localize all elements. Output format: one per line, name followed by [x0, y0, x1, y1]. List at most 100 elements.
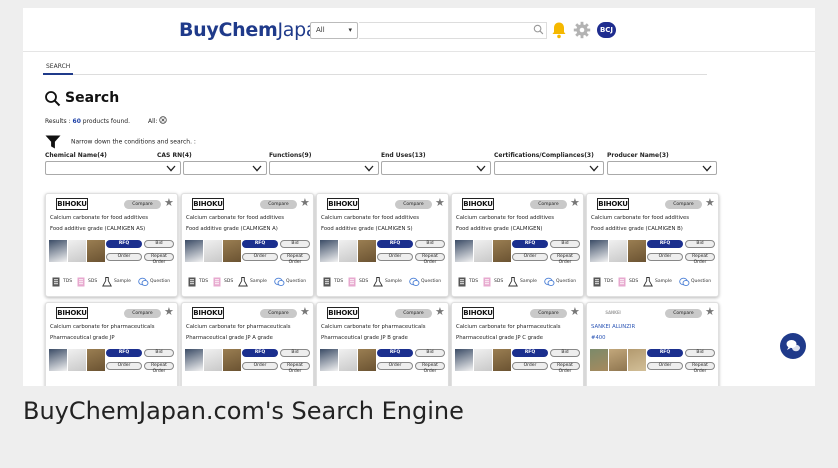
order-button[interactable]: Order: [106, 362, 142, 370]
filter-select[interactable]: [607, 161, 717, 175]
rfq-button[interactable]: RFQ: [512, 349, 548, 357]
order-button[interactable]: Order: [647, 362, 683, 370]
rfq-button[interactable]: RFQ: [377, 240, 413, 248]
product-image: [223, 240, 241, 262]
product-card[interactable]: BIHOKU Compare ★ Calcium carbonate for food…: [451, 193, 584, 297]
sds-label: SDS: [629, 279, 639, 284]
bid-button[interactable]: Bid: [550, 349, 580, 357]
product-card[interactable]: SANKEI Compare ★ SANKEI ALUNZIR #400 RFQ Bid Or…: [586, 302, 719, 386]
bid-button[interactable]: Bid: [415, 349, 445, 357]
rfq-button[interactable]: RFQ: [647, 240, 683, 248]
compare-button[interactable]: Compare: [395, 309, 432, 318]
product-card[interactable]: BIHOKU Compare ★ Calcium carbonate for food…: [316, 193, 449, 297]
product-card[interactable]: BIHOKU Compare ★ Calcium carbonate for food…: [45, 193, 178, 297]
rfq-button[interactable]: RFQ: [647, 349, 683, 357]
rfq-button[interactable]: RFQ: [242, 240, 278, 248]
star-icon[interactable]: ★: [300, 306, 310, 318]
bid-button[interactable]: Bid: [685, 240, 715, 248]
question-chat-icon: [679, 277, 690, 287]
repeat-order-button[interactable]: Repeat Order: [550, 253, 580, 265]
compare-button[interactable]: Compare: [124, 309, 161, 318]
results-summary: Results : 60 products found. All:: [45, 116, 168, 126]
question-label: Question: [691, 279, 712, 284]
filter-select[interactable]: [269, 161, 379, 175]
bid-button[interactable]: Bid: [550, 240, 580, 248]
user-avatar[interactable]: BCJ: [597, 22, 616, 38]
bell-icon[interactable]: [551, 21, 567, 39]
star-icon[interactable]: ★: [705, 306, 715, 318]
rfq-button[interactable]: RFQ: [242, 349, 278, 357]
repeat-order-button[interactable]: Repeat Order: [280, 253, 310, 265]
product-card[interactable]: BIHOKU Compare ★ Calcium carbonate for food…: [586, 193, 719, 297]
filter-select[interactable]: [183, 161, 267, 175]
order-button[interactable]: Order: [377, 362, 413, 370]
compare-button[interactable]: Compare: [530, 200, 567, 209]
star-icon[interactable]: ★: [705, 197, 715, 209]
star-icon[interactable]: ★: [435, 306, 445, 318]
rfq-button[interactable]: RFQ: [106, 240, 142, 248]
search-input[interactable]: [359, 22, 547, 39]
star-icon[interactable]: ★: [435, 197, 445, 209]
product-card[interactable]: BIHOKU Compare ★ Calcium carbonate for phar…: [451, 302, 584, 386]
compare-button[interactable]: Compare: [260, 309, 297, 318]
order-button[interactable]: Order: [647, 253, 683, 261]
tab-search[interactable]: SEARCH: [43, 61, 74, 75]
star-icon[interactable]: ★: [570, 306, 580, 318]
sds-label: SDS: [494, 385, 503, 386]
rfq-button[interactable]: RFQ: [512, 240, 548, 248]
repeat-order-button[interactable]: Repeat Order: [280, 362, 310, 374]
sample-label: Sample: [655, 279, 672, 284]
repeat-order-button[interactable]: Repeat Order: [685, 253, 715, 265]
brand-logo: BIHOKU: [56, 307, 88, 319]
bid-button[interactable]: Bid: [685, 349, 715, 357]
order-button[interactable]: Order: [242, 362, 278, 370]
bid-button[interactable]: Bid: [415, 240, 445, 248]
compare-button[interactable]: Compare: [260, 200, 297, 209]
product-image: [49, 240, 67, 262]
star-icon[interactable]: ★: [164, 197, 174, 209]
repeat-order-button[interactable]: Repeat Order: [415, 362, 445, 374]
document-links: TDS SDS Sample Question: [457, 385, 583, 386]
bid-button[interactable]: Bid: [280, 349, 310, 357]
product-card[interactable]: BIHOKU Compare ★ Calcium carbonate for phar…: [181, 302, 314, 386]
brand-logo: BIHOKU: [327, 198, 359, 210]
gear-icon[interactable]: [573, 21, 591, 39]
star-icon[interactable]: ★: [570, 197, 580, 209]
clear-filter-icon[interactable]: [159, 116, 168, 124]
chat-button[interactable]: [780, 333, 806, 359]
search-icon[interactable]: [533, 24, 544, 35]
star-icon[interactable]: ★: [164, 306, 174, 318]
order-button[interactable]: Order: [512, 362, 548, 370]
repeat-order-button[interactable]: Repeat Order: [685, 362, 715, 374]
bid-button[interactable]: Bid: [280, 240, 310, 248]
order-button[interactable]: Order: [242, 253, 278, 261]
category-select[interactable]: All ▾: [310, 22, 358, 39]
product-name[interactable]: SANKEI ALUNZIR: [591, 323, 717, 331]
compare-button[interactable]: Compare: [530, 309, 567, 318]
product-image: [628, 349, 646, 371]
product-card[interactable]: BIHOKU Compare ★ Calcium carbonate for phar…: [316, 302, 449, 386]
product-card[interactable]: BIHOKU Compare ★ Calcium carbonate for food…: [181, 193, 314, 297]
order-button[interactable]: Order: [512, 253, 548, 261]
compare-button[interactable]: Compare: [665, 200, 702, 209]
filter-select[interactable]: [45, 161, 181, 175]
repeat-order-button[interactable]: Repeat Order: [144, 253, 174, 265]
site-logo[interactable]: BuyChemJapan: [179, 19, 329, 41]
rfq-button[interactable]: RFQ: [106, 349, 142, 357]
bid-button[interactable]: Bid: [144, 349, 174, 357]
compare-button[interactable]: Compare: [665, 309, 702, 318]
order-button[interactable]: Order: [106, 253, 142, 261]
repeat-order-button[interactable]: Repeat Order: [550, 362, 580, 374]
repeat-order-button[interactable]: Repeat Order: [415, 253, 445, 265]
filter-select[interactable]: [381, 161, 491, 175]
repeat-order-button[interactable]: Repeat Order: [144, 362, 174, 374]
compare-button[interactable]: Compare: [395, 200, 432, 209]
product-card[interactable]: BIHOKU Compare ★ Calcium carbonate for phar…: [45, 302, 178, 386]
document-links: TDS SDS Sample Question: [187, 276, 313, 288]
bid-button[interactable]: Bid: [144, 240, 174, 248]
order-button[interactable]: Order: [377, 253, 413, 261]
rfq-button[interactable]: RFQ: [377, 349, 413, 357]
star-icon[interactable]: ★: [300, 197, 310, 209]
compare-button[interactable]: Compare: [124, 200, 161, 209]
filter-select[interactable]: [494, 161, 604, 175]
